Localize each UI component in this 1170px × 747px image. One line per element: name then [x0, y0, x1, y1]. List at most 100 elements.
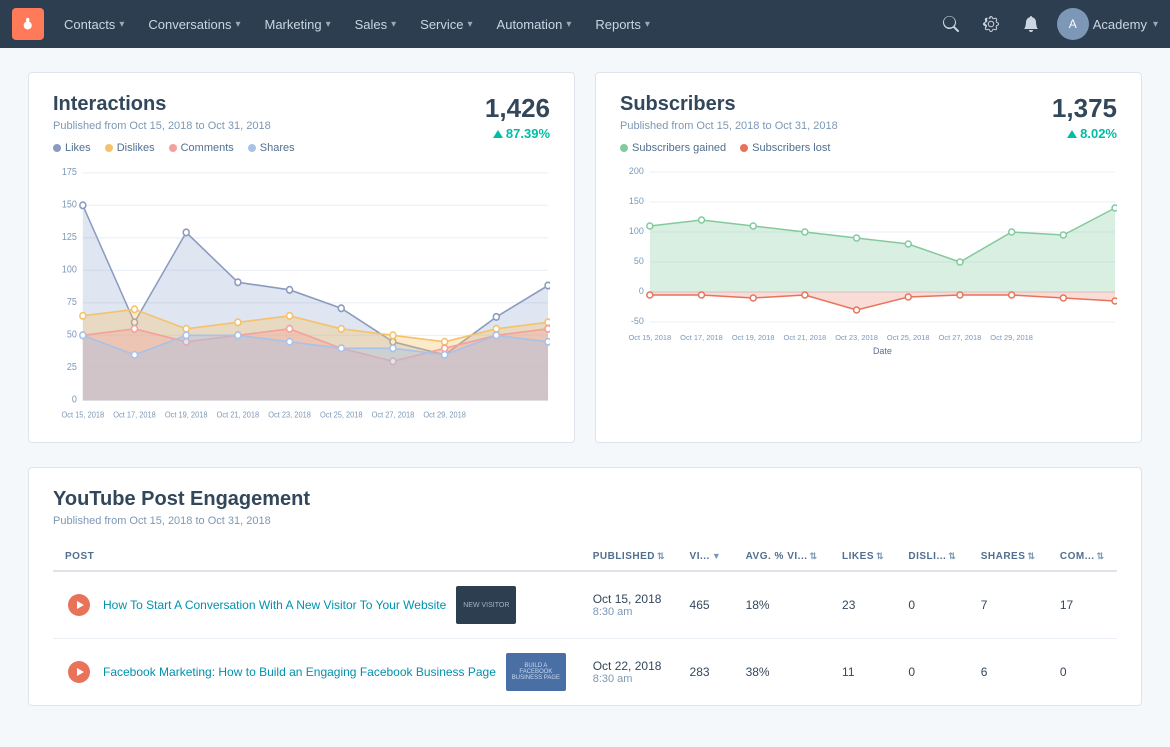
youtube-icon	[65, 591, 93, 619]
trend-up-icon	[493, 130, 503, 138]
svg-text:Oct 15, 2018: Oct 15, 2018	[628, 333, 671, 342]
subscribers-card: Subscribers Published from Oct 15, 2018 …	[595, 72, 1142, 443]
table-row: How To Start A Conversation With A New V…	[53, 571, 1117, 639]
nav-sales[interactable]: Sales ▾	[343, 0, 409, 48]
col-likes[interactable]: LIKES⇅	[830, 543, 896, 571]
post-title-link[interactable]: How To Start A Conversation With A New V…	[103, 597, 446, 614]
comments-cell: 17	[1048, 571, 1117, 639]
likes-dot	[53, 144, 61, 152]
sort-icon: ⇅	[1027, 551, 1035, 561]
svg-text:75: 75	[67, 297, 77, 307]
charts-grid: Interactions Published from Oct 15, 2018…	[28, 72, 1142, 443]
svg-text:Oct 19, 2018: Oct 19, 2018	[165, 410, 208, 419]
post-thumbnail: BUILD A FACEBOOK BUSINESS PAGE	[506, 653, 566, 691]
likes-cell: 11	[830, 639, 896, 706]
legend-likes: Likes	[53, 142, 91, 154]
svg-text:Oct 23, 2018: Oct 23, 2018	[268, 410, 311, 419]
svg-text:100: 100	[629, 226, 644, 236]
col-dislikes[interactable]: DISLI...⇅	[896, 543, 968, 571]
svg-text:25: 25	[67, 362, 77, 372]
svg-text:Oct 25, 2018: Oct 25, 2018	[320, 410, 363, 419]
subscribers-badge: 8.02%	[1067, 126, 1117, 141]
subscribers-legend: Subscribers gained Subscribers lost	[620, 142, 1117, 154]
nav-contacts[interactable]: Contacts ▾	[52, 0, 136, 48]
chevron-down-icon: ▾	[119, 19, 124, 30]
svg-text:Oct 15, 2018: Oct 15, 2018	[62, 410, 105, 419]
user-menu[interactable]: Academy ▾	[1093, 17, 1158, 32]
shares-cell: 6	[969, 639, 1048, 706]
engagement-card: YouTube Post Engagement Published from O…	[28, 467, 1142, 706]
legend-gained: Subscribers gained	[620, 142, 726, 154]
avatar: A	[1057, 8, 1089, 40]
svg-text:150: 150	[629, 196, 644, 206]
svg-text:-50: -50	[631, 316, 644, 326]
svg-text:50: 50	[634, 256, 644, 266]
col-shares[interactable]: SHARES⇅	[969, 543, 1048, 571]
shares-cell: 7	[969, 571, 1048, 639]
nav-marketing[interactable]: Marketing ▾	[252, 0, 342, 48]
svg-text:Oct 29, 2018: Oct 29, 2018	[423, 410, 466, 419]
svg-text:0: 0	[72, 394, 77, 404]
views-cell: 283	[678, 639, 734, 706]
avg-views-cell: 38%	[734, 639, 830, 706]
engagement-title: YouTube Post Engagement	[53, 488, 1117, 511]
col-published[interactable]: PUBLISHED⇅	[581, 543, 678, 571]
svg-text:Oct 17, 2018: Oct 17, 2018	[113, 410, 156, 419]
post-thumbnail: NEW VISITOR	[456, 586, 516, 624]
col-views[interactable]: VI...▼	[678, 543, 734, 571]
nav-automation[interactable]: Automation ▾	[485, 0, 584, 48]
interactions-title: Interactions	[53, 93, 271, 116]
published-cell: Oct 15, 2018 8:30 am	[581, 571, 678, 639]
svg-text:200: 200	[629, 166, 644, 176]
svg-text:150: 150	[62, 199, 77, 209]
trend-up-icon	[1067, 130, 1077, 138]
nav-reports[interactable]: Reports ▾	[583, 0, 662, 48]
col-comments[interactable]: COM...⇅	[1048, 543, 1117, 571]
interactions-legend: Likes Dislikes Comments Shares	[53, 142, 550, 154]
avg-views-cell: 18%	[734, 571, 830, 639]
search-button[interactable]	[933, 6, 969, 42]
main-content: Interactions Published from Oct 15, 2018…	[0, 48, 1170, 730]
likes-cell: 23	[830, 571, 896, 639]
nav-right-section: A Academy ▾	[933, 6, 1158, 42]
engagement-subtitle: Published from Oct 15, 2018 to Oct 31, 2…	[53, 515, 1117, 527]
chevron-down-icon: ▾	[1153, 19, 1158, 30]
comments-cell: 0	[1048, 639, 1117, 706]
col-avg-views[interactable]: AVG. % VI...⇅	[734, 543, 830, 571]
shares-dot	[248, 144, 256, 152]
dislikes-cell: 0	[896, 571, 968, 639]
interactions-stat: 1,426	[485, 93, 550, 124]
svg-text:Oct 17, 2018: Oct 17, 2018	[680, 333, 723, 342]
chevron-down-icon: ▾	[391, 19, 396, 30]
engagement-table: POST PUBLISHED⇅ VI...▼ AVG. % VI...⇅ LIK…	[53, 543, 1117, 705]
interactions-subtitle: Published from Oct 15, 2018 to Oct 31, 2…	[53, 120, 271, 132]
post-title-link[interactable]: Facebook Marketing: How to Build an Enga…	[103, 664, 496, 681]
table-header-row: POST PUBLISHED⇅ VI...▼ AVG. % VI...⇅ LIK…	[53, 543, 1117, 571]
svg-text:Date: Date	[873, 346, 892, 356]
legend-dislikes: Dislikes	[105, 142, 155, 154]
sort-icon: ⇅	[948, 551, 956, 561]
nav-service[interactable]: Service ▾	[408, 0, 484, 48]
legend-shares: Shares	[248, 142, 295, 154]
youtube-icon	[65, 658, 93, 686]
legend-comments: Comments	[169, 142, 234, 154]
post-cell: Facebook Marketing: How to Build an Enga…	[53, 639, 581, 706]
post-cell: How To Start A Conversation With A New V…	[53, 571, 581, 639]
sort-icon: ▼	[712, 551, 721, 561]
notifications-button[interactable]	[1013, 6, 1049, 42]
chevron-down-icon: ▾	[566, 19, 571, 30]
interactions-chart: 175 150 125 100 75 50 25 0	[53, 162, 550, 422]
chevron-down-icon: ▾	[235, 19, 240, 30]
nav-conversations[interactable]: Conversations ▾	[136, 0, 252, 48]
settings-button[interactable]	[973, 6, 1009, 42]
subscribers-title: Subscribers	[620, 93, 838, 116]
sort-icon: ⇅	[810, 551, 818, 561]
svg-text:Oct 23, 2018: Oct 23, 2018	[835, 333, 878, 342]
subscribers-subtitle: Published from Oct 15, 2018 to Oct 31, 2…	[620, 120, 838, 132]
svg-text:100: 100	[62, 264, 77, 274]
dislikes-cell: 0	[896, 639, 968, 706]
svg-text:175: 175	[62, 167, 77, 177]
gained-dot	[620, 144, 628, 152]
svg-text:125: 125	[62, 232, 77, 242]
svg-text:Oct 21, 2018: Oct 21, 2018	[784, 333, 827, 342]
